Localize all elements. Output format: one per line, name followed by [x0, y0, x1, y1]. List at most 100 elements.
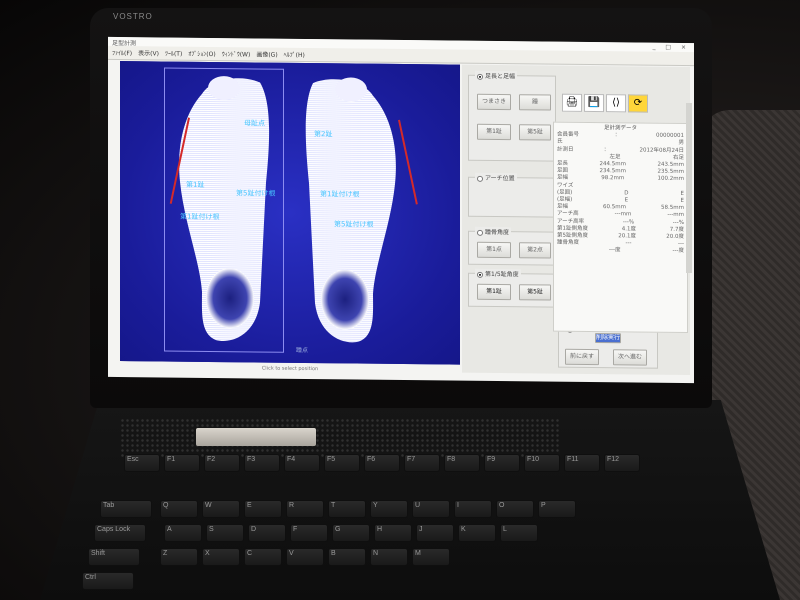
data-cell-v1: ---度 [609, 247, 621, 254]
key-y[interactable]: Y [370, 500, 408, 518]
key-p[interactable]: P [538, 500, 576, 518]
data-row: ---度 ---度 [557, 247, 684, 256]
key-f7[interactable]: F7 [404, 454, 440, 472]
label-left-mtp: 第5趾付け根 [236, 189, 276, 198]
menu-item-1[interactable]: 表示(V) [138, 48, 159, 57]
key-ctrl[interactable]: Ctrl [82, 572, 134, 590]
first-toe-button[interactable]: 第1趾 [477, 123, 511, 141]
radio-arch[interactable] [477, 175, 483, 182]
key-m[interactable]: M [412, 548, 450, 566]
data-cell-v1: 98.2mm [601, 175, 625, 182]
key-t[interactable]: T [328, 500, 366, 518]
key-o[interactable]: O [496, 500, 534, 518]
key-f9[interactable]: F9 [484, 454, 520, 472]
toe-button[interactable]: つまさき [477, 93, 511, 111]
fifth-toe-button[interactable]: 第5趾 [519, 124, 551, 141]
key-n[interactable]: N [370, 548, 408, 566]
toe-angle-first-button[interactable]: 第1趾 [477, 283, 511, 301]
key-a[interactable]: A [164, 524, 202, 542]
laptop-screen: 足型計測 _ □ × ﾌｧｲﾙ(F) 表示(V) ﾂｰﾙ(T) ｵﾌﾟｼｮﾝ(O) ｳｨ… [108, 36, 694, 384]
menu-item-0[interactable]: ﾌｧｲﾙ(F) [112, 48, 132, 57]
data-cell-v2: 100.2mm [657, 176, 684, 183]
key-f10[interactable]: F10 [524, 454, 560, 472]
right-footprint [305, 77, 396, 343]
heel-button[interactable]: 踵 [519, 94, 551, 111]
group-delete: 計測の削除 削除実行 前に戻す 次へ進む [558, 323, 658, 369]
heel-point1-button[interactable]: 第1点 [477, 241, 511, 259]
forward-button[interactable]: 次へ進む [613, 349, 647, 366]
radio-length-width[interactable] [477, 73, 483, 80]
key-x[interactable]: X [202, 548, 240, 566]
heel-point2-button[interactable]: 第2点 [519, 242, 551, 259]
data-cell-label: 踵骨角度 [557, 239, 580, 247]
key-r[interactable]: R [286, 500, 324, 518]
key-s[interactable]: S [206, 524, 244, 542]
key-b[interactable]: B [328, 548, 366, 566]
key-esc[interactable]: Esc [124, 454, 160, 472]
data-cell-v1: E [624, 197, 629, 204]
key-j[interactable]: J [416, 524, 454, 542]
key-l[interactable]: L [500, 524, 538, 542]
menu-item-2[interactable]: ﾂｰﾙ(T) [165, 49, 182, 58]
data-cell-v1: D [624, 190, 629, 197]
radio-toe-angle[interactable] [477, 271, 483, 278]
key-h[interactable]: H [374, 524, 412, 542]
key-caps-lock[interactable]: Caps Lock [94, 524, 146, 542]
key-f1[interactable]: F1 [164, 454, 200, 472]
menu-item-4[interactable]: ｳｨﾝﾄﾞｳ(W) [222, 49, 251, 58]
key-f11[interactable]: F11 [564, 454, 600, 472]
data-cell-v2: E [680, 197, 684, 204]
key-g[interactable]: G [332, 524, 370, 542]
keyboard: Esc F1 F2 F3 F4 F5 F6 F7 F8 F9 F10 F11 F12 Tab Caps Lo… [60, 452, 720, 600]
key-f5[interactable]: F5 [324, 454, 360, 472]
data-scrollbar[interactable] [686, 102, 692, 274]
data-cell-label: 氏 [557, 139, 563, 146]
key-i[interactable]: I [454, 500, 492, 518]
laptop-brand: VOSTRO [113, 12, 153, 21]
key-k[interactable]: K [458, 524, 496, 542]
key-c[interactable]: C [244, 548, 282, 566]
group-arch: アーチ位置 [468, 172, 556, 218]
delete-execute-button[interactable]: 削除実行 [595, 333, 621, 344]
data-cell-v2: ---mm [667, 212, 684, 219]
print-icon[interactable]: 🖨 [562, 93, 582, 112]
key-e[interactable]: E [244, 500, 282, 518]
refresh-icon[interactable]: ⟳ [628, 94, 648, 113]
data-cell-v1: 20.1度 [618, 233, 636, 240]
save-icon[interactable]: 💾 [584, 93, 604, 113]
key-z[interactable]: Z [160, 548, 198, 566]
laptop-label-plate [196, 428, 316, 446]
menu-item-3[interactable]: ｵﾌﾟｼｮﾝ(O) [188, 49, 215, 58]
toe-angle-fifth-button[interactable]: 第5趾 [519, 284, 551, 301]
data-cell-v2: ---% [672, 219, 684, 226]
key-d[interactable]: D [248, 524, 286, 542]
key-f4[interactable]: F4 [284, 454, 320, 472]
key-f6[interactable]: F6 [364, 454, 400, 472]
data-cell-v2: 2012年08月24日 [639, 147, 685, 154]
menu-item-6[interactable]: ﾍﾙﾌﾟ(H) [284, 50, 305, 59]
key-shift[interactable]: Shift [88, 548, 140, 566]
key-f8[interactable]: F8 [444, 454, 480, 472]
key-u[interactable]: U [412, 500, 450, 518]
back-button[interactable]: 前に戻す [565, 348, 599, 366]
data-cell-v1: ---% [622, 218, 635, 226]
key-f12[interactable]: F12 [604, 454, 640, 472]
radio-heel-angle[interactable] [477, 229, 483, 236]
data-cell-v2: 20.0度 [666, 233, 684, 241]
group-heel-angle: 踵骨角度 第1点 第2点 [468, 226, 556, 266]
key-w[interactable]: W [202, 500, 240, 518]
key-f3[interactable]: F3 [244, 454, 280, 472]
key-v[interactable]: V [286, 548, 324, 566]
label-left-toe: 母趾点 [244, 119, 265, 128]
key-f2[interactable]: F2 [204, 454, 240, 472]
key-f[interactable]: F [290, 524, 328, 542]
foot-scan-canvas[interactable]: 母趾点 第1趾 第5趾付け根 第1趾付け根 第2趾 第1趾付け根 第5趾付け根 … [120, 61, 460, 365]
key-tab[interactable]: Tab [100, 500, 152, 518]
key-q[interactable]: Q [160, 500, 198, 518]
label-heel: 踵点 [296, 346, 309, 355]
app-title: 足型計測 [112, 39, 137, 48]
data-cell-v1: --- [625, 240, 632, 247]
window-buttons[interactable]: _ □ × [652, 44, 690, 51]
menu-item-5[interactable]: 画像(G) [256, 49, 277, 58]
foot-view-icon[interactable]: ⟨⟩ [606, 94, 626, 113]
